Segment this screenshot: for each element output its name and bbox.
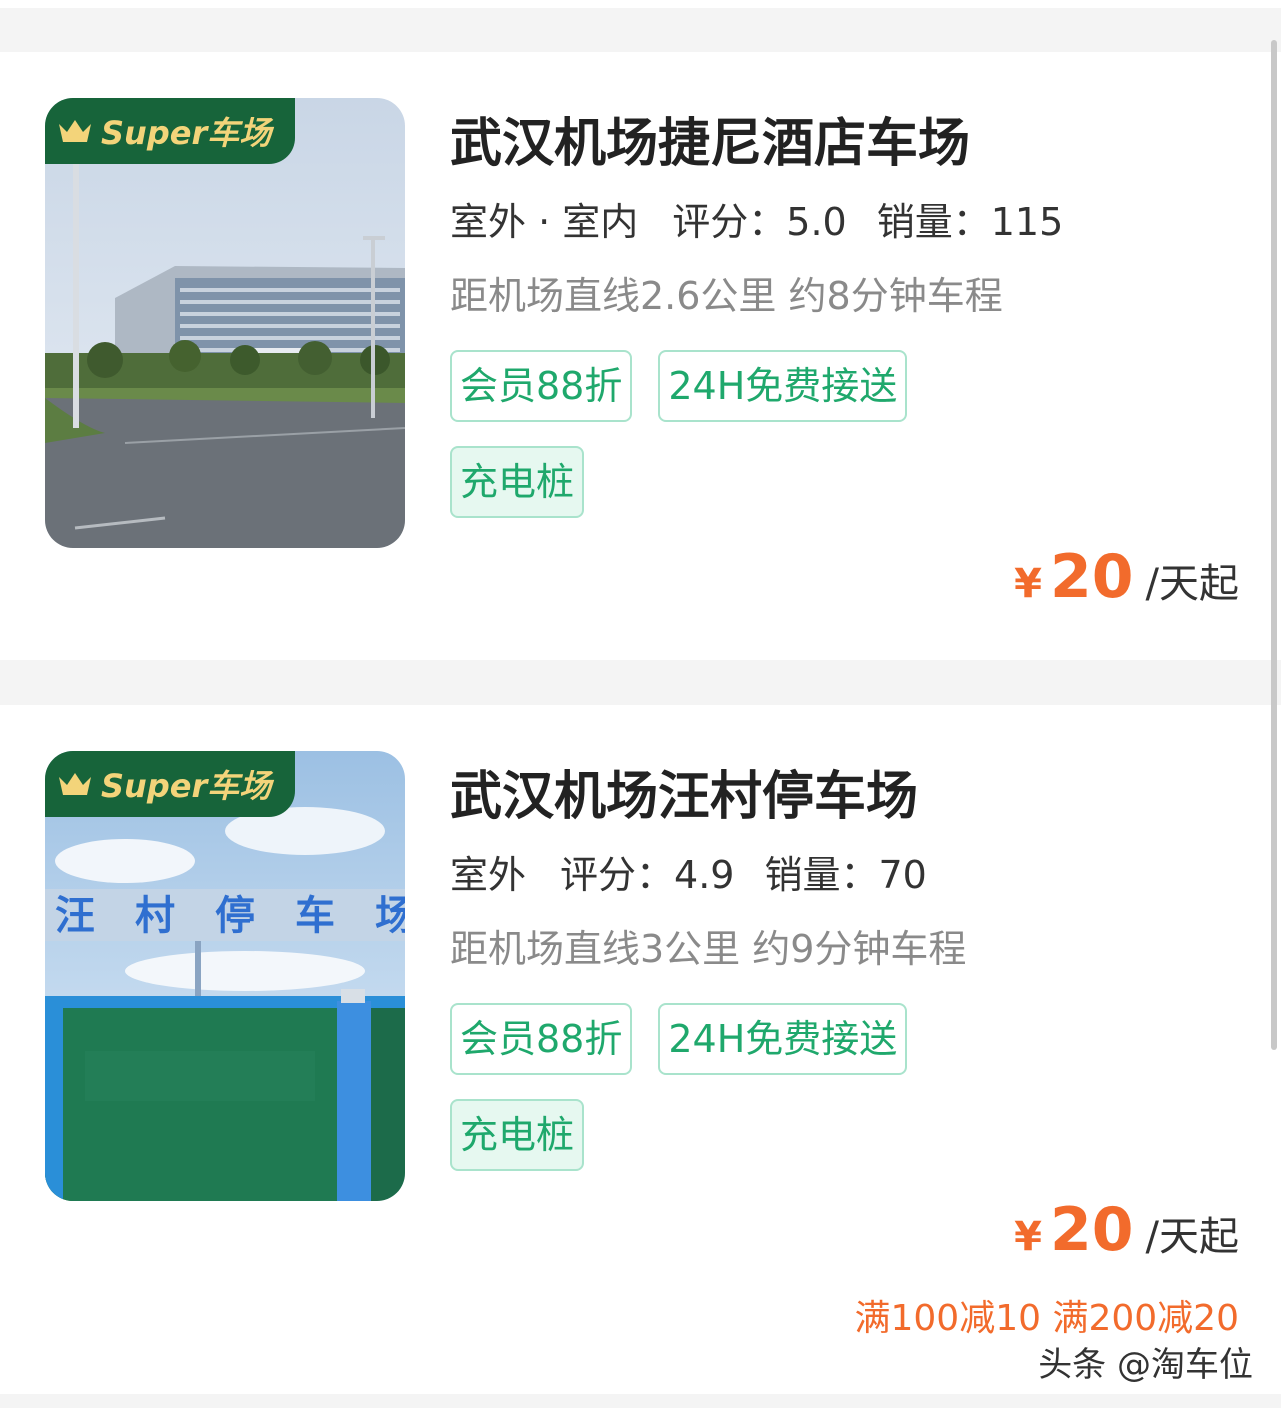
- parking-photo[interactable]: 汪村停车场 Super车场: [45, 751, 405, 1201]
- listing-title[interactable]: 武汉机场捷尼酒店车场: [450, 112, 1241, 176]
- top-spacer: [0, 0, 1281, 52]
- hotel-parking-photo: [45, 98, 405, 548]
- rating-label: 评分：: [560, 853, 675, 897]
- tag-charging-pile: 充电桩: [450, 446, 585, 518]
- sales-value: 115: [990, 200, 1064, 244]
- price: ¥ 20 /天起: [1014, 542, 1239, 612]
- listing-meta: 室外 · 室内 评分：5.0 销量：115: [450, 198, 1241, 252]
- tag-member-discount: 会员88折: [450, 350, 633, 422]
- price-value: 20: [1050, 1195, 1134, 1265]
- location-type: 室外 · 室内: [450, 200, 639, 252]
- parking-card[interactable]: 汪村停车场 Super车场 武汉机场汪村停车场 室外 评分：4.9: [0, 705, 1281, 1395]
- currency-symbol: ¥: [1014, 561, 1043, 607]
- sales: 销量：115: [877, 198, 1064, 246]
- sales-label: 销量：: [876, 200, 991, 244]
- listing-info: 武汉机场捷尼酒店车场 室外 · 室内 评分：5.0 销量：115 距机场直线2.…: [450, 112, 1241, 518]
- super-lot-badge: Super车场: [45, 98, 296, 164]
- currency-symbol: ¥: [1014, 1214, 1043, 1260]
- sales-label: 销量：: [764, 853, 879, 897]
- price-value: 20: [1050, 542, 1134, 612]
- feature-tags: 会员88折 24H免费接送 充电桩: [450, 1003, 1010, 1171]
- price: ¥ 20 /天起: [1014, 1195, 1239, 1265]
- bottom-spacer: [0, 1394, 1281, 1408]
- tag-free-shuttle: 24H免费接送: [658, 1003, 908, 1075]
- parking-photo[interactable]: Super车场: [45, 98, 405, 548]
- village-parking-photo: 汪村停车场: [45, 751, 405, 1201]
- rating-value: 5.0: [786, 200, 847, 244]
- super-lot-badge: Super车场: [45, 751, 296, 817]
- promo-text: 满100减10 满200减20: [854, 1298, 1240, 1339]
- parking-card[interactable]: Super车场 武汉机场捷尼酒店车场 室外 · 室内 评分：5.0 销量：115…: [0, 52, 1281, 660]
- location-type: 室外: [450, 853, 527, 905]
- badge-label: Super车场: [101, 767, 272, 805]
- sales-value: 70: [878, 853, 927, 897]
- watermark: 头条 @淘车位: [1038, 1345, 1253, 1385]
- rating-value: 4.9: [674, 853, 735, 897]
- sales: 销量：70: [764, 851, 926, 899]
- scrollbar[interactable]: [1271, 40, 1277, 1050]
- listing-info: 武汉机场汪村停车场 室外 评分：4.9 销量：70 距机场直线3公里 约9分钟车…: [450, 765, 1241, 1171]
- sign-text: 汪村停车场: [55, 893, 405, 939]
- tag-free-shuttle: 24H免费接送: [658, 350, 908, 422]
- crown-icon: [59, 773, 91, 795]
- distance-text: 距机场直线2.6公里 约8分钟车程: [450, 274, 1003, 318]
- distance-text: 距机场直线3公里 约9分钟车程: [450, 927, 967, 971]
- rating: 评分：4.9: [560, 851, 734, 899]
- price-unit: /天起: [1145, 1214, 1239, 1260]
- listing-meta: 室外 评分：4.9 销量：70: [450, 851, 1241, 905]
- listing-title[interactable]: 武汉机场汪村停车场: [450, 765, 1241, 829]
- card-separator: [0, 660, 1281, 705]
- rating-label: 评分：: [672, 200, 787, 244]
- tag-charging-pile: 充电桩: [450, 1099, 585, 1171]
- badge-label: Super车场: [101, 114, 272, 152]
- rating: 评分：5.0: [672, 198, 846, 246]
- crown-icon: [59, 120, 91, 142]
- feature-tags: 会员88折 24H免费接送 充电桩: [450, 350, 1010, 518]
- tag-member-discount: 会员88折: [450, 1003, 633, 1075]
- price-unit: /天起: [1145, 561, 1239, 607]
